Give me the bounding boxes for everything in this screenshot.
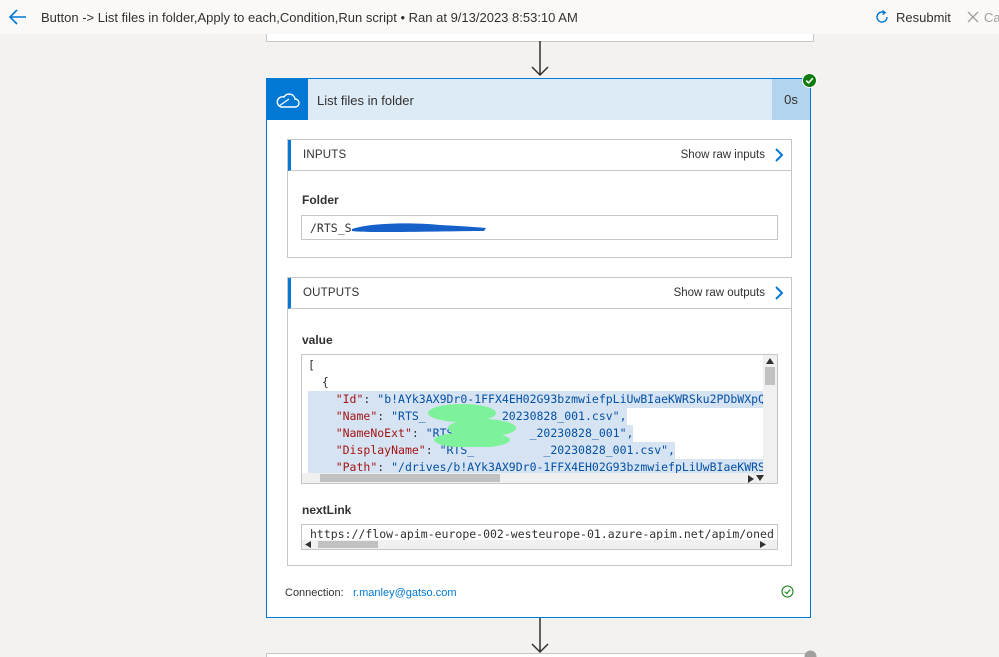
connection-link[interactable]: r.manley@gatso.com [353,587,457,599]
outputs-title: OUTPUTS [303,287,360,299]
show-raw-outputs-link[interactable]: Show raw outputs [674,287,765,299]
value-json-viewer[interactable]: [ { "Id": "b!AYk3AX9Dr0-1FFX4EH02G93bzmw… [301,354,778,484]
next-action-card[interactable] [266,653,811,657]
redaction-mark [428,404,516,447]
connector-arrow-icon [531,41,549,77]
vertical-scrollbar[interactable] [763,355,777,483]
horizontal-scrollbar[interactable] [302,540,777,549]
onedrive-icon-box [267,79,308,120]
resubmit-button[interactable]: Resubmit [874,8,951,26]
run-header-bar: Button -> List files in folder,Apply to … [0,0,999,34]
scroll-up-icon[interactable] [766,358,774,364]
back-arrow-icon[interactable] [8,8,28,26]
action-card-header[interactable]: List files in folder 0s [267,79,810,120]
connection-ok-icon [781,585,794,598]
folder-field[interactable]: /RTS_S [301,215,778,240]
redaction-mark [352,223,486,232]
refresh-icon [876,9,888,23]
scroll-down-icon[interactable] [756,475,764,481]
inputs-section: INPUTS Show raw inputs Folder /RTS_S [287,139,792,258]
show-raw-inputs-link[interactable]: Show raw inputs [681,149,765,161]
run-title: Button -> List files in folder,Apply to … [41,10,578,25]
inputs-header: INPUTS Show raw inputs [288,140,791,171]
cancel-button[interactable]: Ca [966,8,999,26]
action-card[interactable]: List files in folder 0s INPUTS Show raw … [266,78,811,618]
json-line: [ [308,358,315,372]
outputs-header: OUTPUTS Show raw outputs [288,278,791,309]
close-icon [967,11,979,23]
scroll-right-icon[interactable] [748,475,754,483]
connector-arrow-icon [531,618,549,654]
chevron-right-icon[interactable] [773,286,785,300]
folder-label: Folder [302,193,339,207]
scroll-right-icon[interactable] [760,541,766,548]
next-link-label: nextLink [302,503,352,517]
inputs-title: INPUTS [303,149,347,161]
success-check-icon [802,73,817,88]
scrollbar-thumb[interactable] [318,541,378,548]
next-link-value: https://flow-apim-europe-002-westeurope-… [310,527,774,541]
onedrive-cloud-icon [276,92,300,108]
chevron-right-icon[interactable] [773,148,785,162]
action-title: List files in folder [317,93,414,108]
next-status-icon [804,650,817,657]
next-link-field[interactable]: https://flow-apim-europe-002-westeurope-… [301,524,778,550]
folder-value: /RTS_S [310,221,352,235]
cancel-label: Ca [984,9,999,25]
value-label: value [302,333,333,347]
scrollbar-thumb[interactable] [765,367,775,385]
connection-label: Connection: [285,587,344,599]
resubmit-label: Resubmit [896,9,951,25]
json-line: { [308,375,329,389]
scrollbar-thumb[interactable] [320,474,500,482]
outputs-section: OUTPUTS Show raw outputs value [ { "Id":… [287,277,792,566]
json-line: "Id": "b!AYk3AX9Dr0-1FFX4EH02G93bzmwiefp… [308,391,772,408]
scroll-left-icon[interactable] [305,541,311,548]
horizontal-scrollbar[interactable] [302,473,765,483]
